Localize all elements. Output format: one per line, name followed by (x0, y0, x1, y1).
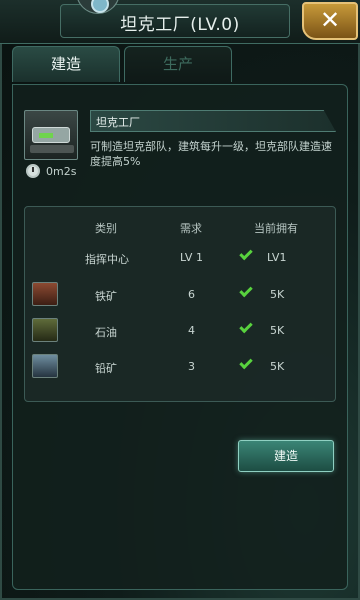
iron-ore-icon (32, 282, 58, 306)
requirement-required: 4 (188, 324, 195, 337)
tank-factory-icon (24, 110, 78, 160)
building-name: 坦克工厂 (96, 116, 140, 129)
build-button[interactable]: 建造 (238, 440, 334, 472)
lead-ore-icon (32, 354, 58, 378)
requirement-name: 铁矿 (95, 290, 117, 303)
requirement-required: 3 (188, 360, 195, 373)
oil-icon (32, 318, 58, 342)
build-time: 0m2s (46, 165, 77, 178)
requirement-owned: 5K (270, 288, 285, 301)
building-description: 可制造坦克部队，建筑每升一级，坦克部队建造速度提高5% (90, 140, 332, 168)
requirement-required: LV 1 (180, 251, 203, 264)
tab-build[interactable]: 建造 (12, 46, 120, 82)
header-category: 类别 (95, 222, 117, 235)
header-owned: 当前拥有 (254, 222, 298, 235)
tab-bar: 建造 生产 (12, 46, 348, 84)
requirement-name: 指挥中心 (85, 253, 129, 266)
requirement-owned: 5K (270, 324, 285, 337)
requirement-name: 铅矿 (95, 362, 117, 375)
tab-produce[interactable]: 生产 (124, 46, 232, 82)
requirement-owned: 5K (270, 360, 285, 373)
tank-stripe-shape (39, 133, 53, 138)
clock-icon (26, 164, 40, 178)
tank-base-shape (30, 145, 74, 153)
dialog-header: 坦克工厂(LV.0) ✕ (0, 0, 360, 44)
requirement-required: 6 (188, 288, 195, 301)
requirement-owned: LV1 (267, 251, 287, 264)
header-required: 需求 (180, 222, 202, 235)
close-button[interactable]: ✕ (302, 2, 358, 40)
requirement-name: 石油 (95, 326, 117, 339)
